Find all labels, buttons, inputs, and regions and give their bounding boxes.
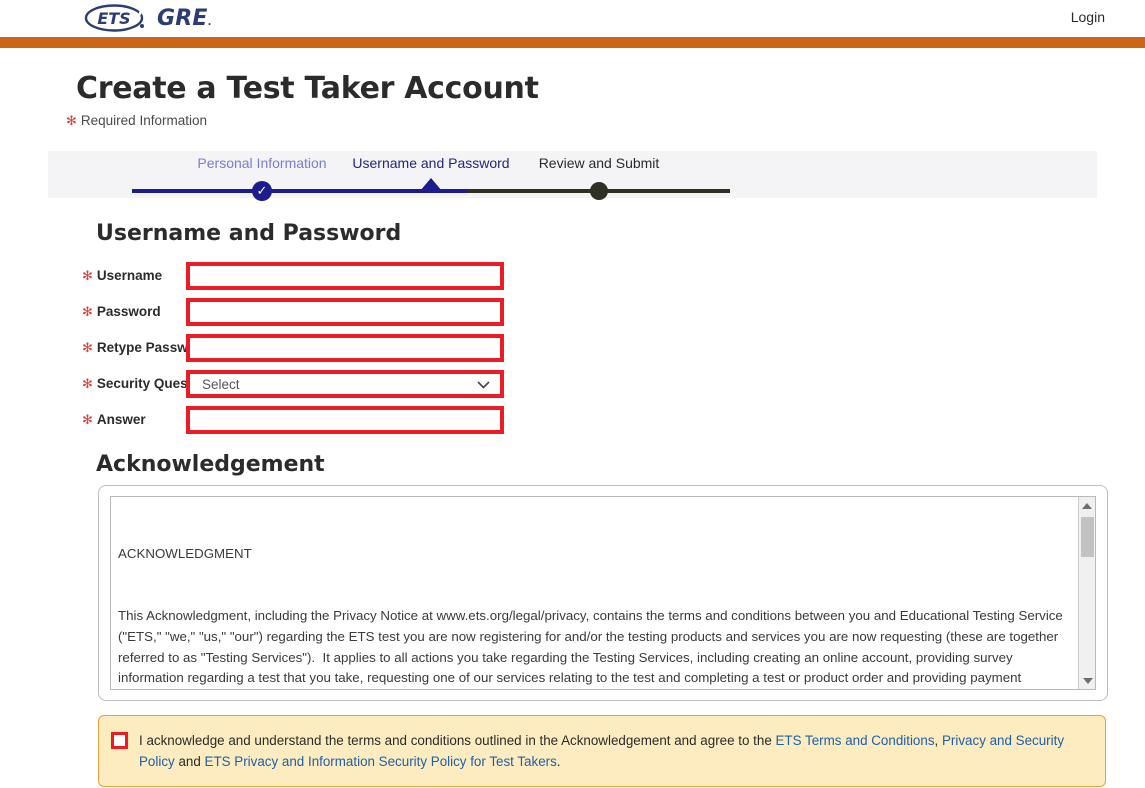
consent-text: I acknowledge and understand the terms a… (139, 730, 1089, 772)
stepper-check-icon: ✓ (252, 181, 272, 201)
link-ets-privacy-information-security-policy[interactable]: ETS Privacy and Information Security Pol… (205, 754, 557, 769)
scroll-down-button[interactable] (1079, 672, 1095, 689)
label-username: ✻ Username (82, 268, 163, 283)
required-asterisk-icon: ✻ (82, 340, 93, 355)
chevron-down-icon (477, 381, 490, 389)
consent-banner: I acknowledge and understand the terms a… (98, 715, 1106, 787)
section-title-acknowledgement: Acknowledgement (96, 452, 325, 477)
form-row-retype-password: ✻ Retype Password (0, 330, 1145, 366)
gre-wordmark: GRE. (157, 5, 212, 31)
acknowledgement-heading: ACKNOWLEDGMENT (118, 545, 252, 561)
security-question-select[interactable]: Select (186, 370, 504, 398)
consent-text-part1: I acknowledge and understand the terms a… (139, 733, 776, 748)
retype-password-input[interactable] (190, 338, 500, 358)
label-retype-password: ✻ Retype Password (82, 340, 210, 355)
acknowledgement-text: ACKNOWLEDGMENT This Acknowledgment, incl… (111, 497, 1095, 689)
consent-text-part2: and (174, 754, 205, 769)
ets-logo-icon: ETS (84, 3, 144, 33)
label-password: ✻ Password (82, 304, 161, 319)
link-ets-terms-and-conditions[interactable]: ETS Terms and Conditions (776, 733, 935, 748)
stepper-step-review-and-submit[interactable]: Review and Submit (468, 151, 730, 200)
page-content: Create a Test Taker Account ✻ Required In… (0, 48, 1145, 787)
answer-input[interactable] (190, 410, 500, 430)
triangle-down-icon (1082, 677, 1093, 684)
required-asterisk-icon: ✻ (82, 376, 93, 391)
required-asterisk-icon: ✻ (66, 113, 77, 128)
acknowledgement-scroll-box[interactable]: ACKNOWLEDGMENT This Acknowledgment, incl… (110, 496, 1096, 690)
consent-checkbox[interactable] (111, 732, 128, 749)
scrollbar-thumb[interactable] (1081, 517, 1094, 557)
triangle-up-icon (1082, 502, 1092, 509)
account-form: ✻Username ✻Password ✻Retype Password (0, 258, 1145, 438)
required-note-label: Required Information (80, 113, 207, 128)
stepper-label-review-and-submit: Review and Submit (538, 155, 660, 171)
login-link[interactable]: Login (1071, 9, 1105, 25)
password-field-wrapper[interactable] (186, 298, 504, 326)
username-field-wrapper[interactable] (186, 262, 504, 290)
acknowledgement-container: ACKNOWLEDGMENT This Acknowledgment, incl… (98, 485, 1108, 701)
required-asterisk-icon: ✻ (82, 304, 93, 319)
site-header: ETS GRE. Login (0, 0, 1145, 37)
required-information-note: ✻ Required Information (0, 106, 1145, 129)
label-answer: ✻ Answer (82, 412, 146, 427)
required-asterisk-icon: ✻ (82, 412, 93, 427)
username-input[interactable] (190, 266, 500, 286)
security-question-selected-value: Select (202, 376, 240, 392)
svg-text:ETS: ETS (97, 9, 130, 28)
form-row-security-question: ✻ Security Question Select (0, 366, 1145, 402)
retype-password-field-wrapper[interactable] (186, 334, 504, 362)
acknowledgement-scrollbar[interactable] (1078, 497, 1095, 689)
acknowledgement-paragraph-1: This Acknowledgment, including the Priva… (118, 607, 1063, 686)
form-row-answer: ✻ Answer (0, 402, 1145, 438)
form-row-username: ✻ Username (0, 258, 1145, 294)
progress-stepper: Personal Information ✓ Username and Pass… (48, 151, 1097, 201)
page-title: Create a Test Taker Account (76, 71, 539, 106)
answer-field-wrapper[interactable] (186, 406, 504, 434)
brand-accent-bar (0, 37, 1145, 48)
password-input[interactable] (190, 302, 500, 322)
brand-logo[interactable]: ETS GRE. (84, 3, 212, 33)
form-row-password: ✻ Password (0, 294, 1145, 330)
section-title-username-password: Username and Password (96, 221, 402, 246)
stepper-triangle-icon (420, 178, 442, 191)
consent-text-part3: . (556, 754, 561, 769)
consent-separator: , (934, 733, 942, 748)
scroll-up-button[interactable] (1079, 497, 1095, 514)
label-security-question: ✻ Security Question (82, 376, 213, 391)
required-asterisk-icon: ✻ (82, 268, 93, 283)
stepper-dot-icon (590, 182, 608, 200)
